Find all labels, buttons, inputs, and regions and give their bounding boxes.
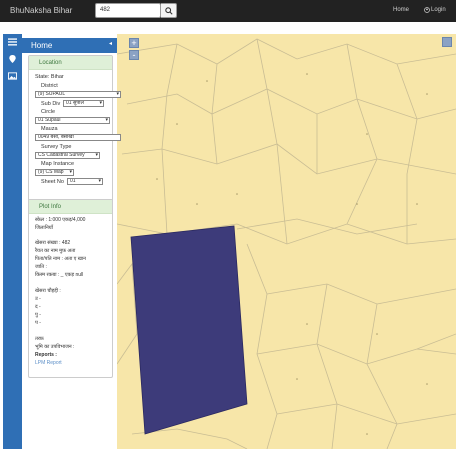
plot-info-heading: Plot Info	[29, 200, 112, 214]
reports-label: Reports :	[35, 352, 57, 358]
circle-select[interactable]: 01 Supaul ▾	[35, 117, 110, 124]
mauza-label: Mauza	[41, 126, 58, 132]
boundary-east: पु -	[35, 312, 41, 318]
map-instance-select[interactable]: (9) CS Map ▾	[35, 169, 74, 176]
boundary-title: खेसरा चौहद्दी :	[35, 288, 61, 294]
left-toolbar	[3, 34, 22, 449]
father-text: पिता/पति नाम : अता ए खान	[35, 256, 86, 262]
boundary-south: द -	[35, 304, 41, 310]
top-navbar: BhuNaksha Bihar 482 Home Login	[0, 0, 456, 22]
district-label: District	[41, 83, 58, 89]
circle-label: Circle	[41, 109, 56, 115]
survey-select[interactable]: CS Cadastral Survey ▾	[35, 152, 100, 159]
side-panel: Home ◂ Location State: Bihar District (9…	[22, 34, 121, 449]
lpm-report-link[interactable]: LPM Report	[35, 360, 62, 366]
plot-info-box: Plot Info स्केल : 1:000 एकड़/4,000 जिलान…	[28, 199, 113, 378]
land-type-text: किस्म रकबा : _ एकड़ null	[35, 272, 84, 278]
user-icon	[424, 7, 430, 13]
boundary-north: उ -	[35, 296, 41, 302]
subdiv-select[interactable]: 01 सुपौल ▾	[63, 100, 104, 107]
parcel-boundaries	[117, 38, 456, 449]
caste-text: जाति :	[35, 264, 47, 270]
search-icon	[165, 7, 173, 15]
owner-text: रैयत का नाम मुफ़ अता	[35, 248, 76, 254]
survey-label: Survey Type	[41, 144, 72, 150]
sheet-select[interactable]: 01 ▾	[67, 178, 103, 185]
nav-login-link[interactable]: Login	[431, 7, 446, 13]
sheet-label: Sheet No	[41, 179, 64, 185]
selected-parcel[interactable]	[130, 225, 248, 435]
area-text: तरफ़	[35, 336, 44, 342]
khesra-text: खेसरा संख्या : 482	[35, 240, 71, 246]
panel-header: Home ◂	[22, 38, 117, 53]
collapse-arrow-icon[interactable]: ◂	[109, 40, 112, 47]
brand-title[interactable]: BhuNaksha Bihar	[10, 6, 72, 15]
zoom-out-button[interactable]: -	[129, 50, 139, 60]
menu-icon[interactable]	[8, 38, 17, 46]
zoom-in-button[interactable]: +	[129, 38, 139, 48]
scale-text: स्केल : 1:000 एकड़/4,000	[35, 217, 86, 223]
state-label: State: Bihar	[35, 74, 64, 80]
district-select[interactable]: (9) SUPAUL ▾	[35, 91, 121, 98]
image-icon[interactable]	[8, 72, 17, 80]
map-layers-button[interactable]	[442, 37, 452, 47]
land-use-text: भूमि का उपविभाजन :	[35, 344, 75, 350]
boundary-west: प -	[35, 320, 41, 326]
map-instance-label: Map Instance	[41, 161, 75, 167]
panel-title: Home	[31, 41, 53, 50]
mauza-select[interactable]: 0049 बैसी, बैसाखी	[35, 134, 121, 141]
cadastral-map[interactable]: + -	[117, 34, 456, 449]
map-marker-icon[interactable]	[8, 55, 17, 63]
search-button[interactable]	[161, 3, 177, 18]
location-heading: Location	[29, 56, 112, 70]
district-text: जिलानियाँ	[35, 225, 53, 231]
location-box: Location State: Bihar District (9) SUPAU…	[28, 55, 121, 220]
subdiv-label: Sub Div	[41, 101, 61, 107]
plot-search-input[interactable]: 482	[95, 3, 161, 18]
nav-home-link[interactable]: Home	[393, 7, 409, 13]
